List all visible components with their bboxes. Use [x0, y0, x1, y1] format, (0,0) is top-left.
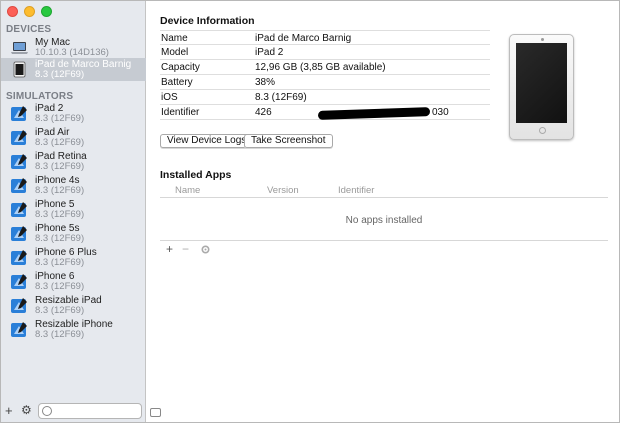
sidebar-item-simulator[interactable]: Resizable iPad 8.3 (12F69) [1, 294, 146, 317]
column-header-name[interactable]: Name [175, 185, 200, 196]
simulator-icon [11, 130, 27, 145]
add-app-button[interactable]: + [166, 243, 173, 255]
simulator-icon [11, 274, 27, 289]
simulator-version: 8.3 (12F69) [35, 257, 85, 268]
sidebar-item-simulator[interactable]: iPad Air 8.3 (12F69) [1, 126, 146, 149]
simulator-icon [11, 250, 27, 265]
sidebar-item-simulator[interactable]: iPhone 6 8.3 (12F69) [1, 270, 146, 293]
devices-section-title: DEVICES [6, 24, 52, 35]
info-row-identifier: Identifier 426 030 [160, 105, 490, 120]
device-info-table: Name iPad de Marco Barnig Model iPad 2 C… [160, 30, 490, 120]
ipad-icon [13, 61, 26, 78]
info-key: Model [161, 47, 189, 58]
console-toggle-icon[interactable] [150, 408, 161, 417]
gear-icon[interactable]: ⚙ [21, 404, 32, 417]
camera-dot [541, 38, 544, 41]
window-controls [7, 6, 52, 17]
simulator-icon [11, 106, 27, 121]
column-header-version[interactable]: Version [267, 185, 299, 196]
info-row-capacity: Capacity 12,96 GB (3,85 GB available) [160, 60, 490, 75]
device-information-title: Device Information [160, 15, 255, 27]
simulator-version: 8.3 (12F69) [35, 233, 85, 244]
simulator-version: 8.3 (12F69) [35, 161, 85, 172]
info-value: 8.3 (12F69) [255, 92, 307, 103]
simulator-version: 8.3 (12F69) [35, 209, 85, 220]
filter-input[interactable] [38, 403, 142, 419]
minimize-window-button[interactable] [24, 6, 35, 17]
info-key: Identifier [161, 107, 200, 118]
sidebar-item-my-mac[interactable]: My Mac 10.10.3 (14D136) [1, 36, 146, 59]
info-key: Name [161, 33, 188, 44]
info-key: Battery [161, 77, 193, 88]
laptop-icon [11, 42, 28, 54]
zoom-window-button[interactable] [41, 6, 52, 17]
sidebar-item-simulator[interactable]: iPhone 4s 8.3 (12F69) [1, 174, 146, 197]
close-window-button[interactable] [7, 6, 18, 17]
take-screenshot-button[interactable]: Take Screenshot [244, 134, 333, 148]
simulator-version: 8.3 (12F69) [35, 137, 85, 148]
simulator-version: 8.3 (12F69) [35, 185, 85, 196]
info-value: 12,96 GB (3,85 GB available) [255, 62, 386, 73]
sidebar: DEVICES My Mac 10.10.3 (14D136) iPad de … [1, 1, 146, 422]
simulator-icon [11, 178, 27, 193]
simulator-version: 8.3 (12F69) [35, 113, 85, 124]
sidebar-item-simulator[interactable]: iPad 2 8.3 (12F69) [1, 102, 146, 125]
sidebar-item-simulator[interactable]: iPhone 6 Plus 8.3 (12F69) [1, 246, 146, 269]
info-row-name: Name iPad de Marco Barnig [160, 30, 490, 45]
info-row-ios: iOS 8.3 (12F69) [160, 90, 490, 105]
device-version: 10.10.3 (14D136) [35, 47, 109, 58]
info-value: 38% [255, 77, 276, 88]
empty-apps-message: No apps installed [345, 215, 423, 226]
gear-icon[interactable] [200, 244, 211, 255]
sidebar-item-simulator[interactable]: iPhone 5 8.3 (12F69) [1, 198, 146, 221]
sidebar-item-ipad-de-marco-barnig[interactable]: iPad de Marco Barnig 8.3 (12F69) [1, 58, 146, 81]
home-button-icon [539, 127, 546, 134]
info-value: iPad de Marco Barnig [255, 33, 352, 44]
sidebar-item-simulator[interactable]: iPad Retina 8.3 (12F69) [1, 150, 146, 173]
ipad-screen [516, 43, 567, 123]
info-row-battery: Battery 38% [160, 75, 490, 90]
column-header-identifier[interactable]: Identifier [338, 185, 374, 196]
simulator-icon [11, 298, 27, 313]
apps-table-header: Name Version Identifier [160, 184, 608, 198]
info-value-tail: 030 [432, 107, 449, 118]
simulator-version: 8.3 (12F69) [35, 305, 85, 316]
simulator-icon [11, 226, 27, 241]
add-device-button[interactable]: + [5, 404, 13, 417]
installed-apps-title: Installed Apps [160, 169, 232, 181]
info-key: Capacity [161, 62, 200, 73]
device-version: 8.3 (12F69) [35, 69, 85, 80]
sidebar-item-simulator[interactable]: Resizable iPhone 8.3 (12F69) [1, 318, 146, 341]
view-device-logs-button[interactable]: View Device Logs [160, 134, 254, 148]
sidebar-item-simulator[interactable]: iPhone 5s 8.3 (12F69) [1, 222, 146, 245]
remove-app-button[interactable]: − [182, 243, 189, 255]
simulator-version: 8.3 (12F69) [35, 329, 85, 340]
simulators-section-title: SIMULATORS [6, 91, 74, 102]
redaction-mark [317, 107, 431, 120]
simulator-icon [11, 154, 27, 169]
info-row-model: Model iPad 2 [160, 45, 490, 60]
main-content: Device Information Name iPad de Marco Ba… [147, 1, 620, 422]
info-value: 426 [255, 107, 272, 118]
info-value: iPad 2 [255, 47, 284, 58]
devices-window: DEVICES My Mac 10.10.3 (14D136) iPad de … [0, 0, 620, 423]
simulator-icon [11, 322, 27, 337]
filter-icon [42, 406, 52, 416]
apps-table-footer: + − [160, 240, 608, 256]
simulator-version: 8.3 (12F69) [35, 281, 85, 292]
info-key: iOS [161, 92, 178, 103]
simulator-icon [11, 202, 27, 217]
sidebar-footer: + ⚙ [1, 400, 146, 422]
ipad-device-image [509, 34, 574, 140]
